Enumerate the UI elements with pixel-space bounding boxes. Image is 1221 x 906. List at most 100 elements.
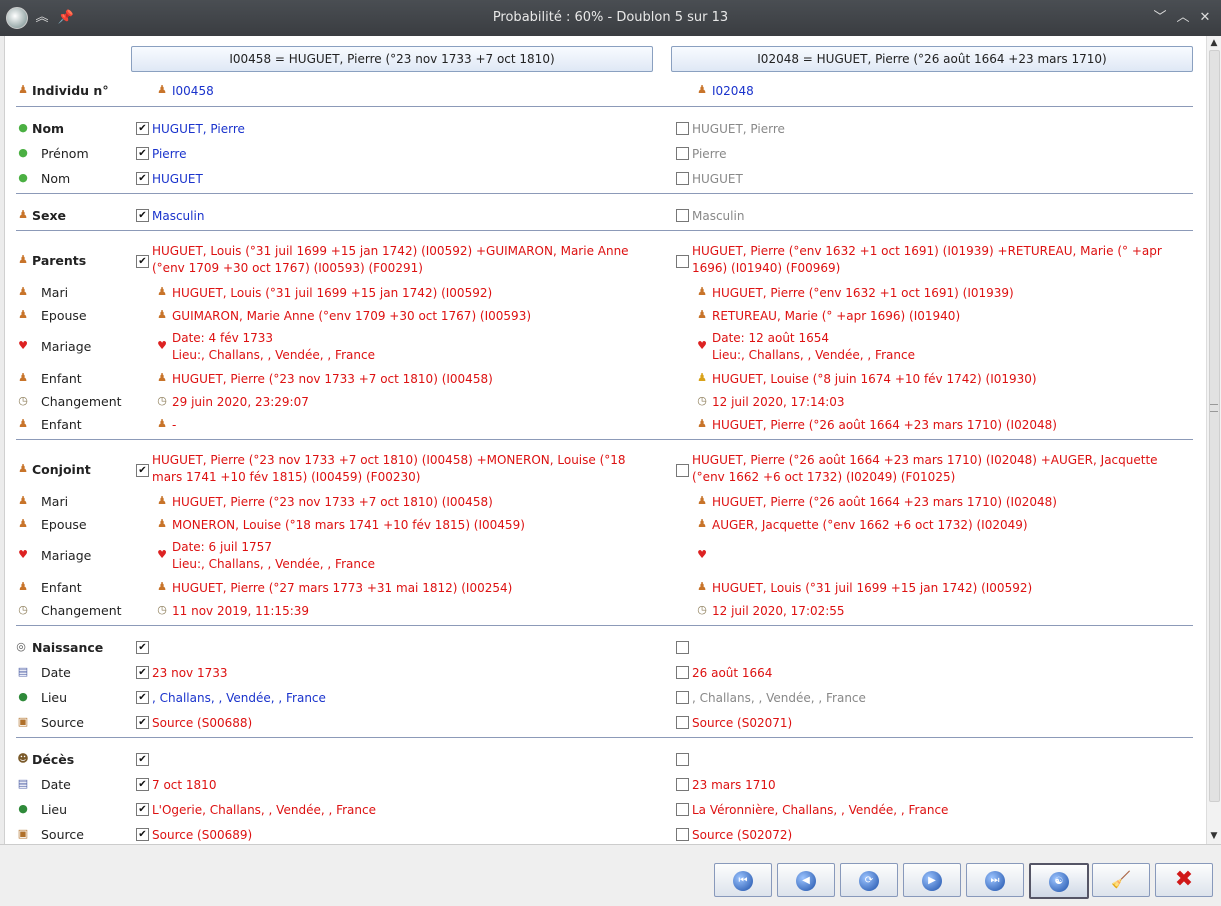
left-deces-date: 7 oct 1810 xyxy=(152,778,217,792)
right-deces-lieu-checkbox[interactable] xyxy=(676,803,689,816)
left-naissance-checkbox[interactable]: ✔ xyxy=(136,641,149,654)
right-naissance-source: Source (S02071) xyxy=(692,716,793,730)
clock-icon: ◷ xyxy=(157,394,167,407)
merge-button[interactable]: ☯ xyxy=(1029,863,1089,899)
left-nom2-checkbox[interactable]: ✔ xyxy=(136,172,149,185)
globe-icon: ● xyxy=(18,690,28,703)
refresh-button[interactable]: ⟳ xyxy=(840,863,898,897)
label-source: Source xyxy=(41,715,84,730)
right-naissance-checkbox[interactable] xyxy=(676,641,689,654)
person-icon: ♟ xyxy=(157,580,167,593)
label-date: Date xyxy=(41,665,71,680)
right-deces-checkbox[interactable] xyxy=(676,753,689,766)
previous-button[interactable]: ◀ xyxy=(777,863,835,897)
clock-icon: ◷ xyxy=(18,603,28,616)
cancel-button[interactable]: ✖ xyxy=(1155,863,1213,897)
name-bubble-icon: ● xyxy=(18,121,28,134)
next-button[interactable]: ▶ xyxy=(903,863,961,897)
scroll-up-icon[interactable]: ▲ xyxy=(1207,36,1221,50)
left-sexe: Masculin xyxy=(152,209,205,223)
right-conjoint-checkbox[interactable] xyxy=(676,464,689,477)
right-naissance-lieu-checkbox[interactable] xyxy=(676,691,689,704)
left-parents: HUGUET, Louis (°31 juil 1699 +15 jan 174… xyxy=(152,244,629,275)
left-naissance-date: 23 nov 1733 xyxy=(152,666,228,680)
refresh-icon: ⟳ xyxy=(859,870,879,891)
left-conjoint: HUGUET, Pierre (°23 nov 1733 +7 oct 1810… xyxy=(152,453,626,484)
left-naissance-source-checkbox[interactable]: ✔ xyxy=(136,716,149,729)
globe-icon: ● xyxy=(18,802,28,815)
left-column-header[interactable]: I00458 = HUGUET, Pierre (°23 nov 1733 +7… xyxy=(131,46,653,72)
left-naissance-lieu: , Challans, , Vendée, , France xyxy=(152,691,326,705)
right-sexe-checkbox[interactable] xyxy=(676,209,689,222)
right-column-header[interactable]: I02048 = HUGUET, Pierre (°26 août 1664 +… xyxy=(671,46,1193,72)
right-deces-source-checkbox[interactable] xyxy=(676,828,689,841)
family-icon: ♟ xyxy=(18,253,28,266)
label-naissance: Naissance xyxy=(32,640,104,655)
right-deces-date-checkbox[interactable] xyxy=(676,778,689,791)
label-mari: Mari xyxy=(41,494,69,509)
merge-icon: ☯ xyxy=(1049,871,1069,892)
right-naissance-source-checkbox[interactable] xyxy=(676,716,689,729)
right-parents-checkbox[interactable] xyxy=(676,255,689,268)
vertical-scrollbar[interactable]: ▲ ▼ xyxy=(1206,36,1221,844)
left-deces-lieu: L'Ogerie, Challans, , Vendée, , France xyxy=(152,803,376,817)
button-bar: ⏮ ◀ ⟳ ▶ ⏭ ☯ 🧹 ✖ xyxy=(0,844,1221,906)
scroll-down-icon[interactable]: ▼ xyxy=(1207,829,1221,843)
label-mariage: Mariage xyxy=(41,339,92,354)
wedding-icon: ♥ xyxy=(157,339,167,352)
right-nom-checkbox[interactable] xyxy=(676,122,689,135)
left-deces-lieu-checkbox[interactable]: ✔ xyxy=(136,803,149,816)
left-naissance-date-checkbox[interactable]: ✔ xyxy=(136,666,149,679)
scroll-thumb[interactable] xyxy=(1209,50,1220,802)
clean-button[interactable]: 🧹 xyxy=(1092,863,1150,897)
right-nom2-checkbox[interactable] xyxy=(676,172,689,185)
left-strip xyxy=(0,36,5,844)
last-button[interactable]: ⏭ xyxy=(966,863,1024,897)
left-parents-checkbox[interactable]: ✔ xyxy=(136,255,149,268)
label-lieu: Lieu xyxy=(41,802,68,817)
maximize-icon[interactable]: ︿ xyxy=(1173,8,1193,28)
left-conjoint-mariage-date: Date: 6 juil 1757 xyxy=(172,540,272,554)
close-window-icon[interactable]: ✕ xyxy=(1195,8,1215,28)
scroll-grip-icon xyxy=(1210,404,1218,412)
left-conjoint-checkbox[interactable]: ✔ xyxy=(136,464,149,477)
left-conjoint-enfant: HUGUET, Pierre (°27 mars 1773 +31 mai 18… xyxy=(172,581,513,595)
left-deces-checkbox[interactable]: ✔ xyxy=(136,753,149,766)
left-naissance-lieu-checkbox[interactable]: ✔ xyxy=(136,691,149,704)
left-deces-date-checkbox[interactable]: ✔ xyxy=(136,778,149,791)
person-icon: ♟ xyxy=(157,517,167,530)
person-icon: ♟ xyxy=(157,285,167,298)
left-prenom-checkbox[interactable]: ✔ xyxy=(136,147,149,160)
left-conjoint-changement: 11 nov 2019, 11:15:39 xyxy=(172,604,310,618)
first-button[interactable]: ⏮ xyxy=(714,863,772,897)
person-icon: ♟ xyxy=(18,580,28,593)
right-conjoint-enfant: HUGUET, Louis (°31 juil 1699 +15 jan 174… xyxy=(712,581,1033,595)
separator xyxy=(16,625,1193,626)
label-source: Source xyxy=(41,827,84,842)
label-prenom: Prénom xyxy=(41,146,89,161)
right-naissance-date-checkbox[interactable] xyxy=(676,666,689,679)
left-individu-id[interactable]: I00458 xyxy=(172,84,214,98)
right-conjoint-mari: HUGUET, Pierre (°26 août 1664 +23 mars 1… xyxy=(712,495,1057,509)
left-naissance-source: Source (S00688) xyxy=(152,716,253,730)
left-sexe-checkbox[interactable]: ✔ xyxy=(136,209,149,222)
right-prenom: Pierre xyxy=(692,147,727,161)
right-sexe: Masculin xyxy=(692,209,745,223)
right-prenom-checkbox[interactable] xyxy=(676,147,689,160)
name-bubble-icon: ● xyxy=(18,171,28,184)
label-lieu: Lieu xyxy=(41,690,68,705)
left-nom-checkbox[interactable]: ✔ xyxy=(136,122,149,135)
right-parent-mariage-lieu: Lieu:, Challans, , Vendée, , France xyxy=(712,348,915,362)
right-deces-date: 23 mars 1710 xyxy=(692,778,776,792)
label-sexe: Sexe xyxy=(32,208,67,223)
person-icon: ♟ xyxy=(697,494,707,507)
skull-icon: ☻ xyxy=(17,752,29,765)
label-changement: Changement xyxy=(41,394,122,409)
person-icon: ♟ xyxy=(18,208,28,221)
right-individu-id[interactable]: I02048 xyxy=(712,84,754,98)
left-deces-source-checkbox[interactable]: ✔ xyxy=(136,828,149,841)
person-icon: ♟ xyxy=(697,517,707,530)
person-icon: ♟ xyxy=(18,371,28,384)
minimize-icon[interactable]: ﹀ xyxy=(1150,8,1170,28)
right-conjoint: HUGUET, Pierre (°26 août 1664 +23 mars 1… xyxy=(692,453,1158,484)
